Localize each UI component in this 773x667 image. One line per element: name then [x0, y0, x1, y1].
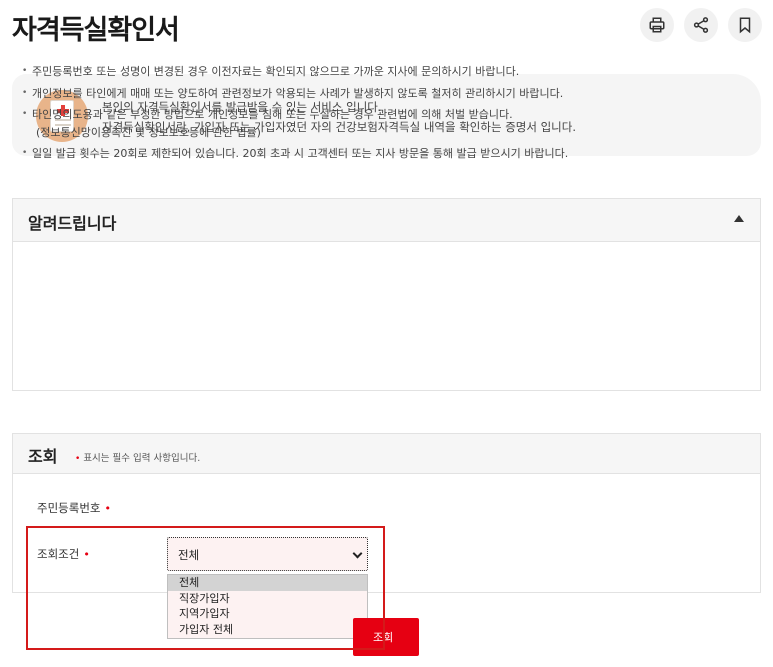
condition-select-value: 전체 — [178, 548, 200, 562]
condition-label: 조회조건 • — [37, 547, 90, 561]
search-panel: 조회 • 표시는 필수 입력 사항입니다. — [12, 433, 761, 593]
notice-item: 주민등록번호 또는 성명이 변경된 경우 이전자료는 확인되지 않으므로 가까운… — [22, 62, 568, 82]
search-title: 조회 — [28, 447, 58, 466]
condition-select[interactable]: 전체 — [167, 537, 368, 571]
required-note-text: 표시는 필수 입력 사항입니다. — [83, 453, 201, 464]
notice-list: 주민등록번호 또는 성명이 변경된 경우 이전자료는 확인되지 않으므로 가까운… — [22, 62, 568, 164]
notice-item: 일일 발급 횟수는 20회로 제한되어 있습니다. 20회 초과 시 고객센터 … — [22, 144, 568, 164]
required-note: • 표시는 필수 입력 사항입니다. — [75, 450, 200, 464]
search-submit-button[interactable]: 조회 — [353, 618, 419, 656]
required-mark: • — [75, 454, 81, 464]
page-title: 자격득실확인서 — [12, 15, 180, 46]
notice-title: 알려드립니다 — [28, 214, 117, 233]
collapse-up-icon[interactable] — [734, 215, 744, 222]
bookmark-button[interactable] — [728, 8, 762, 42]
share-button[interactable] — [684, 8, 718, 42]
notice-header[interactable]: 알려드립니다 — [13, 199, 760, 242]
dropdown-option[interactable]: 지역가입자 — [168, 606, 367, 622]
dropdown-option[interactable]: 가입자 전체 — [168, 622, 367, 638]
rrn-label: 주민등록번호 • — [37, 501, 111, 515]
notice-item: 개인정보를 타인에게 매매 또는 양도하여 관련정보가 악용되는 사례가 발생하… — [22, 84, 568, 104]
dropdown-option[interactable]: 직장가입자 — [168, 591, 367, 607]
required-mark: • — [83, 548, 90, 561]
notice-panel: 알려드립니다 — [12, 198, 761, 391]
condition-dropdown[interactable]: 전체 직장가입자 지역가입자 가입자 전체 — [167, 574, 368, 639]
chevron-down-icon — [352, 548, 363, 559]
print-button[interactable] — [640, 8, 674, 42]
dropdown-option[interactable]: 전체 — [168, 575, 367, 591]
required-mark: • — [104, 502, 111, 515]
bookmark-icon — [739, 17, 751, 34]
notice-item-sub: (정보통신망이용촉진 및 정보보호등에 관한 법률) — [36, 125, 261, 139]
printer-icon — [649, 17, 665, 33]
share-icon — [693, 17, 709, 33]
search-header: 조회 • 표시는 필수 입력 사항입니다. — [13, 434, 760, 474]
